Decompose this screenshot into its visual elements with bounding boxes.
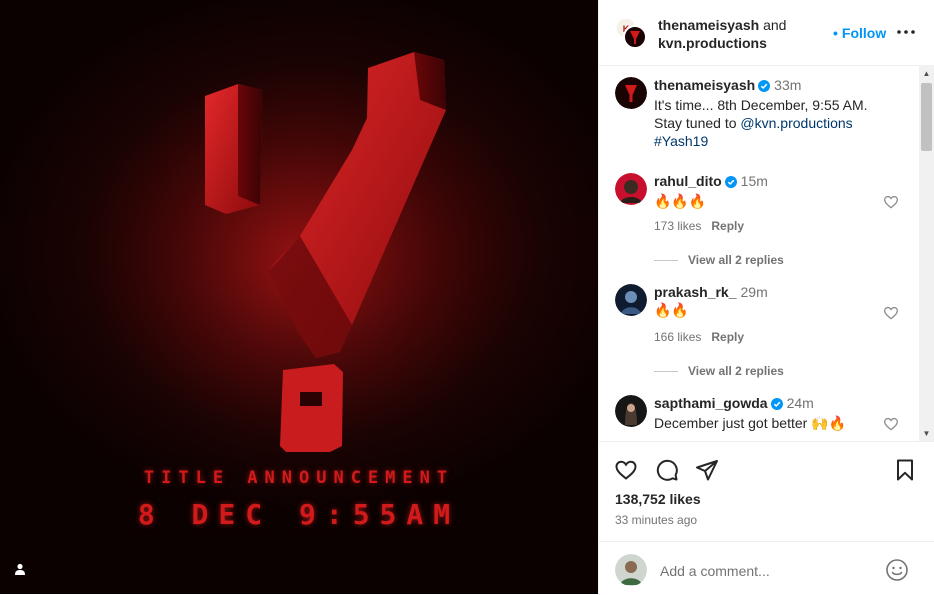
post-owners: thenameisyash and kvn.productions [658,16,786,52]
comments-scrollbar[interactable]: ▲ ▼ [919,66,934,441]
verified-badge-icon [758,78,771,96]
comment-likes[interactable]: 173 likes [654,219,701,233]
comment-time: 29m [740,284,768,300]
post-side-panel: K thenameisyash and kvn.productions • Fol… [598,0,934,594]
emoji-icon[interactable] [885,558,909,582]
collab-avatars[interactable]: K [615,17,647,49]
view-replies-button[interactable]: View all 2 replies [654,253,784,267]
view-replies-label: View all 2 replies [688,364,784,378]
comments-list[interactable]: thenameisyash 33m It's time... 8th Decemb… [599,66,934,441]
comment-meta: 173 likes Reply [654,219,754,233]
comment-heart-icon[interactable] [883,305,899,321]
post-timestamp[interactable]: 33 minutes ago [615,513,697,527]
mention-link[interactable]: @kvn.productions [740,115,852,131]
avatar[interactable] [615,77,647,109]
bookmark-icon[interactable] [893,458,917,482]
comment-input[interactable] [658,560,872,582]
comment-heart-icon[interactable] [883,416,899,432]
verified-badge-icon [724,174,737,192]
poster-title-text: TITLE ANNOUNCEMENT [143,468,455,488]
poster-glyph-dot [280,364,343,452]
reply-button[interactable]: Reply [711,219,744,233]
comment-username[interactable]: sapthami_gowda [654,395,768,411]
scroll-thumb[interactable] [921,83,932,151]
owner-link-primary[interactable]: thenameisyash [658,17,759,33]
more-options-icon[interactable] [896,22,916,42]
scroll-down-icon[interactable]: ▼ [919,426,934,441]
owner-link-secondary[interactable]: kvn.productions [658,35,767,51]
comment-username[interactable]: rahul_dito [654,173,722,189]
share-icon[interactable] [695,458,719,482]
post-media[interactable]: TITLE ANNOUNCEMENT 8 DEC 9:55AM [0,0,598,594]
comment-time: 24m [786,395,814,411]
comment-icon[interactable] [655,458,679,482]
comment-composer [599,541,934,595]
comment-text: December just got better 🙌🔥 [654,415,847,431]
comment-time: 33m [774,77,802,93]
view-replies-button[interactable]: View all 2 replies [654,364,784,378]
comment-username[interactable]: thenameisyash [654,77,755,93]
comment-text: 🔥🔥 [654,302,689,318]
reply-button[interactable]: Reply [711,330,744,344]
comment-username[interactable]: prakash_rk_ [654,284,737,300]
heart-icon[interactable] [614,458,638,482]
follow-dot: • [833,25,838,41]
hashtag-link[interactable]: #Yash19 [654,133,708,149]
follow-label: Follow [841,25,887,41]
comment-likes[interactable]: 166 likes [654,330,701,344]
avatar [615,554,647,586]
comment-time: 15m [740,173,768,189]
follow-button[interactable]: • Follow [833,25,886,41]
avatar[interactable] [615,173,647,205]
scroll-up-icon[interactable]: ▲ [919,66,934,81]
comment-meta: 166 likes Reply [654,330,754,344]
view-replies-label: View all 2 replies [688,253,784,267]
avatar[interactable] [615,395,647,427]
avatar[interactable] [615,284,647,316]
post-header: K thenameisyash and kvn.productions • Fol… [599,0,934,66]
comment-heart-icon[interactable] [883,194,899,210]
user-tag-icon[interactable] [14,563,36,585]
comment-text: 🔥🔥🔥 [654,193,707,209]
post-actions: 138,752 likes 33 minutes ago [599,441,934,542]
likes-count[interactable]: 138,752 likes [615,491,701,507]
caption-line-1: It's time... 8th December, 9:55 AM. [654,97,868,113]
caption-line-2-prefix: Stay tuned to [654,115,741,131]
poster-date-text: 8 DEC 9:55AM [137,498,461,531]
owners-joiner: and [763,17,787,33]
verified-badge-icon [770,396,783,414]
post-viewer: TITLE ANNOUNCEMENT 8 DEC 9:55AM K thenam… [0,0,934,594]
